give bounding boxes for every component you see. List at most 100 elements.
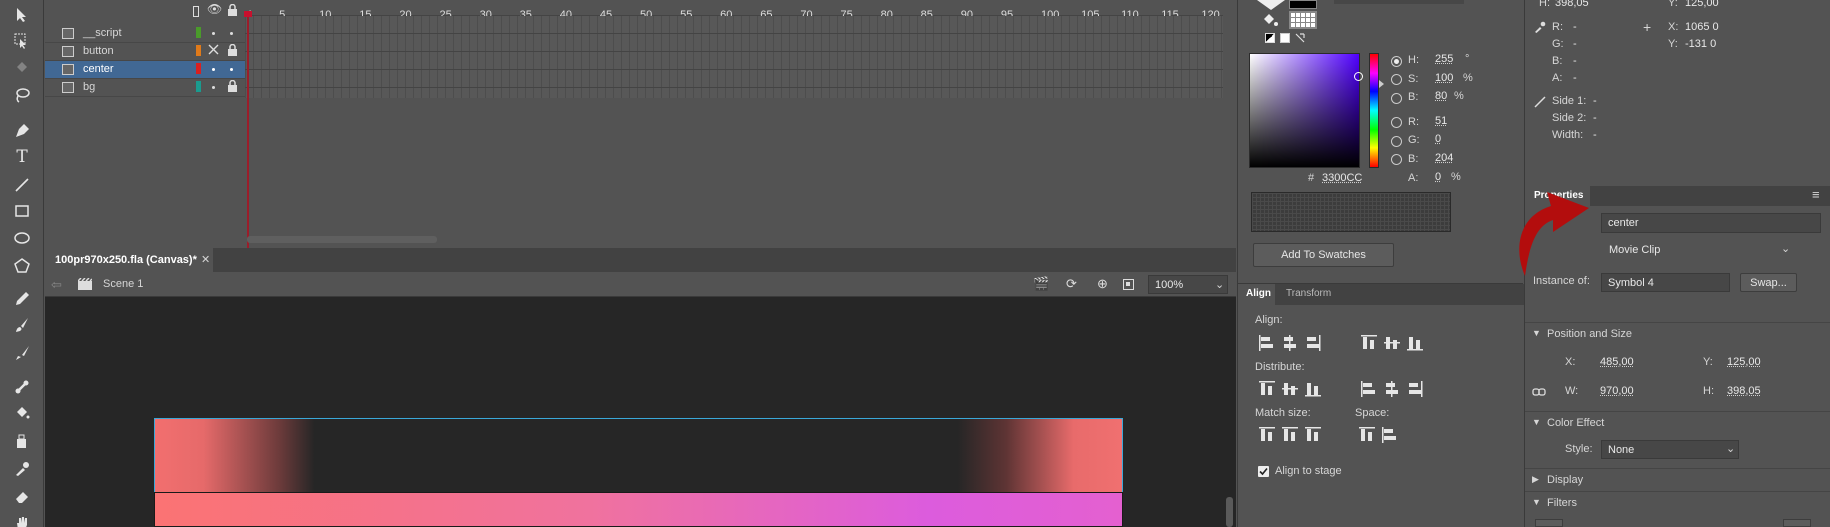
locked-icon[interactable]: [227, 43, 238, 59]
align-to-stage-label[interactable]: Align to stage: [1275, 465, 1342, 477]
text-tool-icon[interactable]: T: [10, 146, 34, 168]
style-select[interactable]: None ⌄: [1601, 440, 1739, 459]
tab-transform[interactable]: Transform: [1286, 288, 1331, 299]
lock-icon[interactable]: [227, 3, 238, 19]
hand-tool-icon[interactable]: [10, 512, 34, 527]
layer-color-swatch[interactable]: [196, 81, 201, 92]
frame-ruler[interactable]: 1510152025303540455055606570758085909510…: [245, 0, 1223, 21]
lasso-tool-icon[interactable]: [10, 84, 34, 106]
eye-icon[interactable]: 👁: [207, 2, 222, 16]
playhead[interactable]: [247, 11, 249, 248]
default-colors-icon[interactable]: [1265, 33, 1275, 43]
filters-section[interactable]: ▼ Filters: [1525, 491, 1830, 515]
match-width-icon[interactable]: [1258, 426, 1278, 446]
pen-tool-icon[interactable]: [10, 120, 34, 142]
brush-tool-icon[interactable]: [10, 314, 34, 336]
s-radio[interactable]: [1391, 74, 1402, 85]
add-filter-button[interactable]: [1535, 519, 1563, 527]
distribute-hcenter-icon[interactable]: [1383, 380, 1403, 400]
h-radio[interactable]: [1391, 56, 1402, 67]
eyedropper-tool-icon[interactable]: [10, 458, 34, 480]
stroke-color-swatch[interactable]: [1289, 0, 1317, 9]
no-color-icon[interactable]: [1280, 33, 1290, 43]
paint-bucket-tool-icon[interactable]: [10, 402, 34, 424]
add-to-swatches-button[interactable]: Add To Swatches: [1253, 243, 1394, 267]
panel-menu-icon[interactable]: ≡: [1812, 187, 1820, 202]
pencil-tool-icon[interactable]: [10, 288, 34, 310]
s-value[interactable]: 100: [1435, 72, 1453, 84]
timeline-hscrollbar[interactable]: [247, 236, 437, 243]
ink-bottle-tool-icon[interactable]: [10, 430, 34, 452]
bone-tool-icon[interactable]: [10, 376, 34, 398]
blue-radio[interactable]: [1391, 154, 1402, 165]
align-to-stage-checkbox[interactable]: [1258, 466, 1269, 477]
hue-slider[interactable]: [1369, 53, 1379, 168]
fill-color-swatch[interactable]: [1289, 11, 1317, 29]
layer-name[interactable]: bg: [83, 81, 95, 93]
edit-scene-icon[interactable]: 🎬: [1033, 276, 1049, 292]
color-picker-handle[interactable]: [1354, 72, 1363, 81]
lock-dot[interactable]: [230, 32, 233, 35]
align-top-icon[interactable]: [1360, 334, 1380, 354]
stage-top-band[interactable]: [154, 418, 1123, 492]
paint-bucket-icon[interactable]: [1261, 12, 1279, 31]
frame-grid[interactable]: [245, 16, 1223, 98]
display-section[interactable]: ▶ Display: [1525, 468, 1830, 492]
align-right-icon[interactable]: [1304, 334, 1324, 354]
distribute-vcenter-icon[interactable]: [1281, 380, 1301, 400]
layer-row-button[interactable]: button: [45, 43, 245, 61]
layer-name[interactable]: button: [83, 45, 114, 57]
line-tool-icon[interactable]: [10, 174, 34, 196]
center-stage-icon[interactable]: ⊕: [1097, 276, 1108, 292]
outline-toggle-icon[interactable]: [193, 6, 199, 17]
align-bottom-icon[interactable]: [1406, 334, 1426, 354]
tab-align[interactable]: Align: [1238, 284, 1275, 305]
selection-tool-icon[interactable]: [10, 4, 34, 26]
layer-color-swatch[interactable]: [196, 63, 201, 74]
hue-slider-handle[interactable]: [1379, 80, 1384, 88]
stage-pasteboard[interactable]: [45, 297, 1236, 527]
distribute-top-icon[interactable]: [1258, 380, 1278, 400]
align-vcenter-icon[interactable]: [1383, 334, 1403, 354]
position-and-size-section[interactable]: ▼ Position and Size: [1525, 322, 1830, 346]
distribute-right-icon[interactable]: [1406, 380, 1426, 400]
swap-colors-icon[interactable]: [1295, 33, 1305, 43]
space-horizontal-icon[interactable]: [1381, 426, 1401, 446]
subselection-tool-icon[interactable]: [10, 30, 34, 52]
hex-value[interactable]: 3300CC: [1322, 172, 1362, 184]
distribute-bottom-icon[interactable]: [1304, 380, 1324, 400]
clip-content-icon[interactable]: [1123, 279, 1134, 290]
eraser-tool-icon[interactable]: [10, 486, 34, 508]
paint-brush-tool-icon[interactable]: [10, 342, 34, 364]
symbol-type-select[interactable]: Movie Clip ⌄: [1601, 241, 1794, 261]
stroke-color-icon[interactable]: [1257, 0, 1285, 10]
locked-icon[interactable]: [227, 79, 238, 95]
distribute-left-icon[interactable]: [1360, 380, 1380, 400]
r-value[interactable]: 51: [1435, 115, 1447, 127]
blue-value[interactable]: 204: [1435, 152, 1453, 164]
align-left-icon[interactable]: [1258, 334, 1278, 354]
edit-symbols-icon[interactable]: ⟳: [1066, 276, 1077, 292]
layer-row-center[interactable]: center: [45, 61, 245, 79]
document-tab-title[interactable]: 100pr970x250.fla (Canvas)*: [55, 254, 197, 266]
b-radio[interactable]: [1391, 93, 1402, 104]
swap-button[interactable]: Swap...: [1740, 273, 1797, 292]
layer-name[interactable]: center: [83, 63, 114, 75]
polystar-tool-icon[interactable]: [10, 255, 34, 277]
alpha-value[interactable]: 0: [1435, 171, 1441, 183]
lock-dot[interactable]: [230, 68, 233, 71]
saturation-brightness-field[interactable]: [1249, 53, 1363, 168]
space-vertical-icon[interactable]: [1358, 426, 1378, 446]
visibility-dot[interactable]: [212, 86, 215, 89]
g-value[interactable]: 0: [1435, 133, 1441, 145]
x-value[interactable]: 485,00: [1600, 356, 1634, 368]
center-movie-clip[interactable]: [154, 492, 1123, 527]
playhead-handle[interactable]: [244, 11, 252, 17]
zoom-select[interactable]: 100% ⌄: [1148, 275, 1228, 294]
b-value[interactable]: 80: [1435, 90, 1447, 102]
visibility-dot[interactable]: [212, 32, 215, 35]
filter-options-button[interactable]: [1783, 519, 1811, 527]
h-value[interactable]: 398,05: [1727, 385, 1761, 397]
visibility-dot[interactable]: [212, 68, 215, 71]
3d-rotation-tool-icon[interactable]: [10, 56, 34, 78]
